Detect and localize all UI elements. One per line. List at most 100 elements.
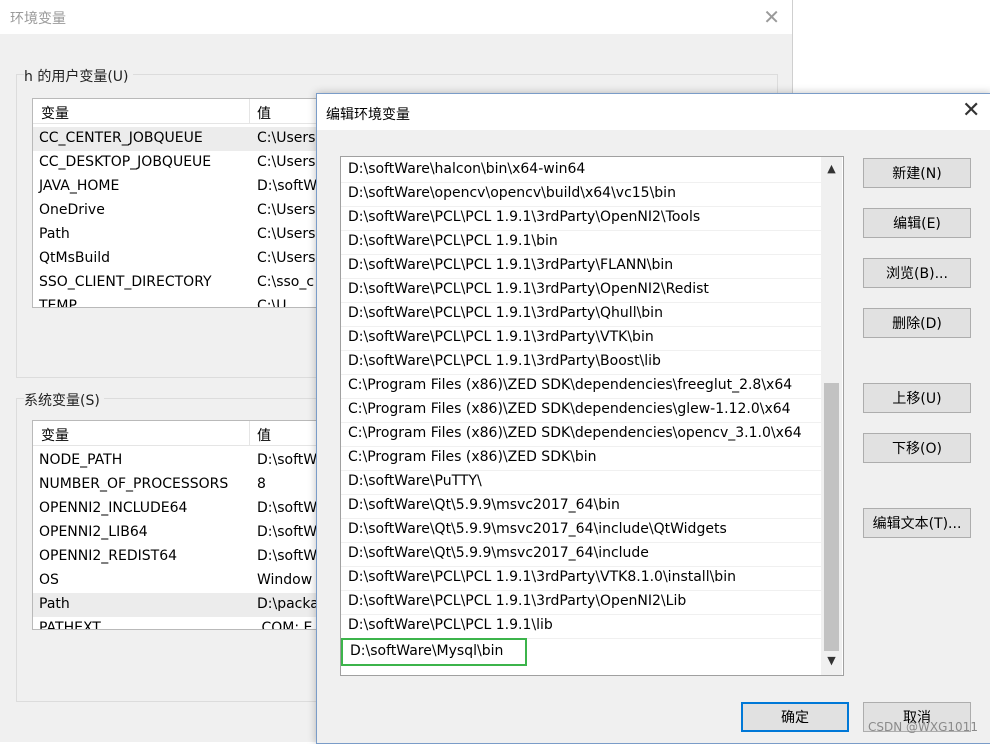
table-row[interactable]: NUMBER_OF_PROCESSORS 8 [33, 473, 333, 497]
path-text: D:\softWare\halcon\bin\x64-win64 [348, 161, 586, 177]
list-item[interactable]: D:\softWare\PCL\PCL 1.9.1\3rdParty\VTK8.… [341, 566, 821, 591]
path-text: C:\Program Files (x86)\ZED SDK\bin [348, 449, 597, 465]
table-row[interactable]: PATHEXT .COM;.E [33, 617, 333, 630]
system-vars-header: 变量 值 [33, 421, 333, 446]
table-row[interactable]: QtMsBuild C:\Users [33, 247, 333, 271]
var-value: Window [257, 572, 313, 588]
var-name: TEMP [39, 298, 77, 308]
table-row[interactable]: OneDrive C:\Users [33, 199, 333, 223]
list-item[interactable]: D:\softWare\PCL\PCL 1.9.1\3rdParty\OpenN… [341, 278, 821, 303]
table-row[interactable]: OS Window [33, 569, 333, 593]
var-name: JAVA_HOME [39, 178, 120, 194]
var-name: PATHEXT [39, 620, 101, 630]
move-down-button[interactable]: 下移(O) [863, 433, 971, 463]
system-vars-list[interactable]: 变量 值 NODE_PATH D:\softW NUMBER_OF_PROCESSO… [32, 420, 334, 630]
list-item[interactable]: D:\softWare\PCL\PCL 1.9.1\3rdParty\VTK\b… [341, 326, 821, 351]
var-value: .COM;.E [257, 620, 313, 630]
ok-button[interactable]: 确定 [741, 702, 849, 732]
var-value: D:\softW [257, 548, 318, 564]
var-value: C:\Users [257, 130, 316, 146]
path-text: D:\softWare\Qt\5.9.9\msvc2017_64\bin [348, 497, 620, 513]
list-item[interactable]: D:\softWare\PCL\PCL 1.9.1\3rdParty\Boost… [341, 350, 821, 375]
path-text: C:\Program Files (x86)\ZED SDK\dependenc… [348, 401, 791, 417]
list-item[interactable]: D:\softWare\Qt\5.9.9\msvc2017_64\include [341, 542, 821, 567]
dialog-title: 编辑环境变量 [326, 107, 410, 123]
list-item[interactable]: D:\softWare\Qt\5.9.9\msvc2017_64\bin [341, 494, 821, 519]
scroll-up-icon[interactable]: ▲ [821, 159, 842, 179]
path-text: D:\softWare\Qt\5.9.9\msvc2017_64\include… [348, 521, 727, 537]
user-vars-header: 变量 值 [33, 99, 333, 124]
path-item-active[interactable]: D:\softWare\Mysql\bin [341, 638, 527, 666]
table-row[interactable]: SSO_CLIENT_DIRECTORY C:\sso_c [33, 271, 333, 295]
path-list[interactable]: D:\softWare\halcon\bin\x64-win64 D:\softW… [340, 156, 844, 676]
var-value: C:\U [257, 298, 287, 308]
move-up-button[interactable]: 上移(U) [863, 383, 971, 413]
var-value: D:\packa [257, 596, 319, 612]
list-item[interactable]: C:\Program Files (x86)\ZED SDK\bin [341, 446, 821, 471]
list-item[interactable]: D:\softWare\halcon\bin\x64-win64 [341, 158, 821, 183]
list-item[interactable]: C:\Program Files (x86)\ZED SDK\dependenc… [341, 398, 821, 423]
var-name: NODE_PATH [39, 452, 123, 468]
var-value: C:\Users [257, 250, 316, 266]
path-text: D:\softWare\PuTTY\ [348, 473, 482, 489]
edit-button[interactable]: 编辑(E) [863, 208, 971, 238]
list-item[interactable]: D:\softWare\Qt\5.9.9\msvc2017_64\include… [341, 518, 821, 543]
table-row[interactable]: OPENNI2_INCLUDE64 D:\softW [33, 497, 333, 521]
path-text: D:\softWare\PCL\PCL 1.9.1\3rdParty\OpenN… [348, 281, 709, 297]
scroll-thumb[interactable] [824, 383, 839, 651]
user-col-val[interactable]: 值 [257, 103, 271, 123]
delete-button[interactable]: 删除(D) [863, 308, 971, 338]
dialog-titlebar: 编辑环境变量 ✕ [317, 94, 990, 130]
scroll-down-icon[interactable]: ▼ [821, 651, 842, 671]
var-value: D:\softW [257, 452, 318, 468]
var-name: OPENNI2_INCLUDE64 [39, 500, 188, 516]
list-item[interactable]: D:\softWare\PCL\PCL 1.9.1\3rdParty\OpenN… [341, 590, 821, 615]
table-row[interactable]: JAVA_HOME D:\softW [33, 175, 333, 199]
user-vars-list[interactable]: 变量 值 CC_CENTER_JOBQUEUE C:\Users CC_DESKTO… [32, 98, 334, 308]
table-row[interactable]: TEMP C:\U [33, 295, 333, 308]
path-text: D:\softWare\PCL\PCL 1.9.1\3rdParty\VTK8.… [348, 569, 736, 585]
table-row[interactable]: Path C:\Users [33, 223, 333, 247]
list-item[interactable]: D:\softWare\PCL\PCL 1.9.1\3rdParty\Qhull… [341, 302, 821, 327]
table-row[interactable]: CC_DESKTOP_JOBQUEUE C:\Users [33, 151, 333, 175]
list-item[interactable]: D:\softWare\opencv\opencv\build\x64\vc15… [341, 182, 821, 207]
new-button[interactable]: 新建(N) [863, 158, 971, 188]
var-name: QtMsBuild [39, 250, 111, 266]
list-item[interactable]: C:\Program Files (x86)\ZED SDK\dependenc… [341, 374, 821, 399]
table-row[interactable]: Path D:\packa [33, 593, 333, 617]
list-item[interactable]: D:\softWare\PCL\PCL 1.9.1\lib [341, 614, 821, 639]
env-vars-close-icon[interactable]: ✕ [763, 5, 780, 29]
list-item[interactable]: D:\softWare\PuTTY\ [341, 470, 821, 495]
list-item[interactable]: D:\softWare\PCL\PCL 1.9.1\bin [341, 230, 821, 255]
table-row[interactable]: OPENNI2_LIB64 D:\softW [33, 521, 333, 545]
var-name: Path [39, 596, 70, 612]
var-name: CC_DESKTOP_JOBQUEUE [39, 154, 212, 170]
system-col-val[interactable]: 值 [257, 425, 271, 445]
edit-text-button[interactable]: 编辑文本(T)... [863, 508, 971, 538]
browse-button[interactable]: 浏览(B)... [863, 258, 971, 288]
user-col-var[interactable]: 变量 [41, 103, 69, 123]
path-text: D:\softWare\Qt\5.9.9\msvc2017_64\include [348, 545, 649, 561]
table-row[interactable]: NODE_PATH D:\softW [33, 449, 333, 473]
list-item[interactable]: D:\softWare\PCL\PCL 1.9.1\3rdParty\FLANN… [341, 254, 821, 279]
var-value: 8 [257, 476, 266, 492]
user-vars-label: h 的用户变量(U) [24, 66, 133, 86]
path-list-scrollbar[interactable]: ▲ ▼ [821, 157, 842, 675]
var-value: C:\Users [257, 226, 316, 242]
list-item[interactable]: C:\Program Files (x86)\ZED SDK\dependenc… [341, 422, 821, 447]
path-text: D:\softWare\opencv\opencv\build\x64\vc15… [348, 185, 676, 201]
var-name: NUMBER_OF_PROCESSORS [39, 476, 229, 492]
list-item[interactable]: D:\softWare\PCL\PCL 1.9.1\3rdParty\OpenN… [341, 206, 821, 231]
path-text: D:\softWare\PCL\PCL 1.9.1\3rdParty\FLANN… [348, 257, 674, 273]
table-row[interactable]: CC_CENTER_JOBQUEUE C:\Users [33, 127, 333, 151]
var-name: CC_CENTER_JOBQUEUE [39, 130, 203, 146]
env-vars-titlebar: 环境变量 ✕ [0, 0, 792, 34]
dialog-close-icon[interactable]: ✕ [962, 98, 980, 123]
var-name: OneDrive [39, 202, 105, 218]
system-vars-label: 系统变量(S) [24, 390, 104, 410]
path-text: D:\softWare\PCL\PCL 1.9.1\3rdParty\Boost… [348, 353, 661, 369]
path-text: C:\Program Files (x86)\ZED SDK\dependenc… [348, 425, 802, 441]
table-row[interactable]: OPENNI2_REDIST64 D:\softW [33, 545, 333, 569]
var-value: C:\sso_c [257, 274, 315, 290]
system-col-var[interactable]: 变量 [41, 425, 69, 445]
